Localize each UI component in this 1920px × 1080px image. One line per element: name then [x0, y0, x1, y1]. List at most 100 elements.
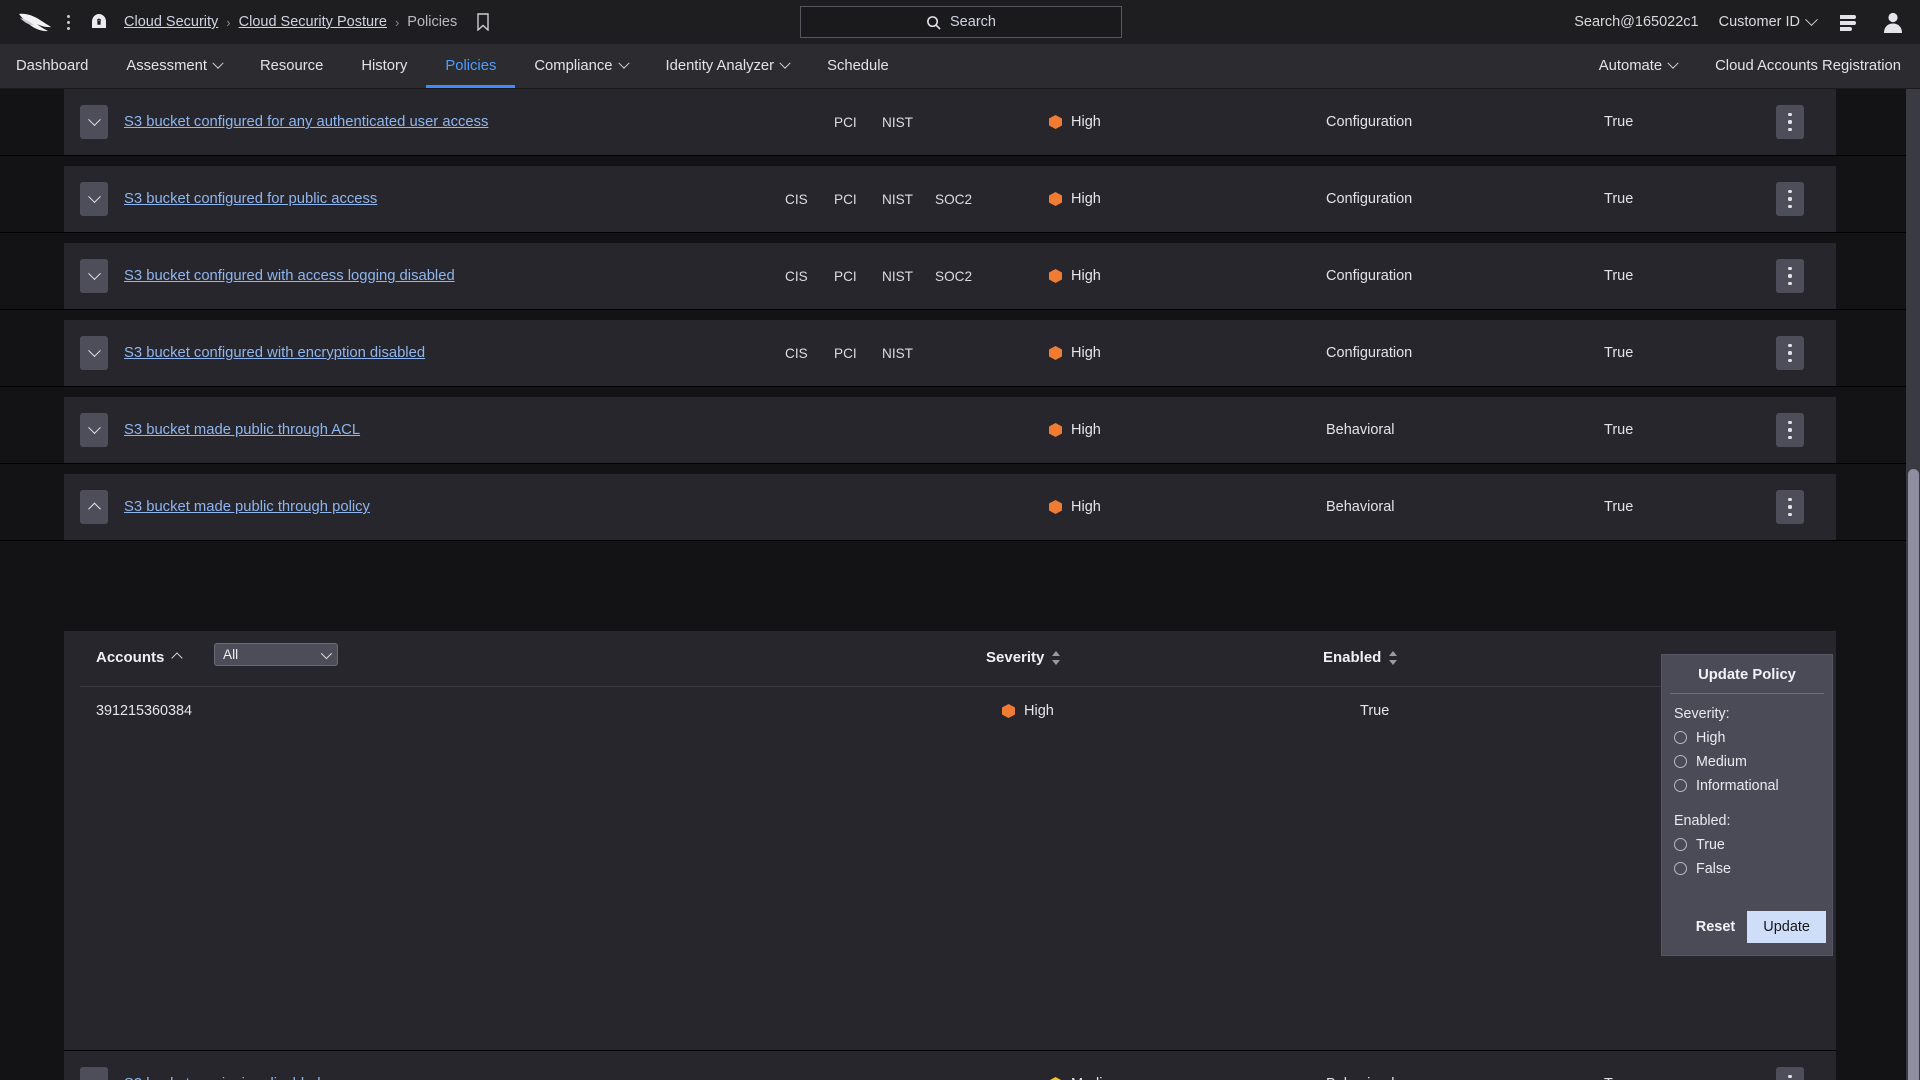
- radio-icon: [1674, 838, 1687, 851]
- radio-severity-high[interactable]: High: [1674, 727, 1832, 748]
- row-expand-toggle[interactable]: [80, 182, 108, 216]
- policy-name-link[interactable]: S3 bucket versioning disabled: [124, 1076, 321, 1080]
- breadcrumb-item-policies: Policies: [407, 14, 458, 30]
- column-header-severity[interactable]: Severity: [986, 649, 1061, 666]
- severity-badge: High: [1049, 499, 1101, 515]
- nav-item-identity-analyzer[interactable]: Identity Analyzer: [647, 44, 809, 88]
- severity-label: High: [1071, 268, 1101, 284]
- nav-label: Assessment: [126, 58, 207, 74]
- account-id: 391215360384: [96, 703, 193, 719]
- row-expand-toggle[interactable]: [80, 105, 108, 139]
- policy-name-link[interactable]: S3 bucket made public through ACL: [124, 422, 360, 438]
- cloud-icon[interactable]: [86, 9, 112, 35]
- row-expand-toggle[interactable]: [80, 490, 108, 524]
- nav-label: Cloud Accounts Registration: [1715, 58, 1901, 74]
- accounts-header-toggle[interactable]: Accounts: [96, 649, 184, 666]
- reset-button[interactable]: Reset: [1684, 913, 1748, 941]
- row-expand-toggle[interactable]: [80, 259, 108, 293]
- tag-nist: NIST: [882, 191, 913, 207]
- nav-item-cloud-accounts-registration[interactable]: Cloud Accounts Registration: [1696, 44, 1920, 88]
- update-policy-title: Update Policy: [1698, 667, 1796, 683]
- table-row[interactable]: S3 bucket made public through ACL High B…: [64, 397, 1836, 463]
- account-label[interactable]: Search@165022c1: [1574, 14, 1698, 30]
- vertical-scrollbar-thumb[interactable]: [1908, 469, 1919, 1080]
- search-icon: [927, 15, 941, 30]
- radio-icon: [1674, 755, 1687, 768]
- radio-severity-informational[interactable]: Informational: [1674, 775, 1832, 796]
- radio-label: High: [1696, 729, 1726, 746]
- radio-enabled-true[interactable]: True: [1674, 834, 1832, 855]
- user-avatar-icon[interactable]: [1880, 9, 1906, 35]
- row-divider: [0, 232, 1920, 233]
- policy-name-link[interactable]: S3 bucket made public through policy: [124, 499, 370, 515]
- nav-item-compliance[interactable]: Compliance: [515, 44, 646, 88]
- app-menu-kebab-icon[interactable]: [58, 11, 78, 33]
- severity-hex-icon: [1049, 192, 1062, 206]
- breadcrumb-item-cloud-security[interactable]: Cloud Security: [124, 14, 218, 30]
- bookmark-icon[interactable]: [475, 13, 491, 31]
- policies-list: S3 bucket configured for any authenticat…: [0, 89, 1920, 1080]
- update-button[interactable]: Update: [1747, 911, 1826, 943]
- row-actions-kebab-icon[interactable]: [1776, 413, 1804, 447]
- row-actions-kebab-icon[interactable]: [1776, 182, 1804, 216]
- policy-name-link[interactable]: S3 bucket configured with encryption dis…: [124, 345, 425, 361]
- row-actions-kebab-icon[interactable]: [1776, 105, 1804, 139]
- chevron-down-icon: [617, 57, 630, 69]
- row-actions-kebab-icon[interactable]: [1776, 259, 1804, 293]
- policy-name-link[interactable]: S3 bucket configured with access logging…: [124, 268, 455, 284]
- radio-enabled-false[interactable]: False: [1674, 858, 1832, 879]
- sort-icon: [1052, 650, 1061, 665]
- severity-label: Medium: [1071, 1076, 1123, 1080]
- list-icon[interactable]: [1836, 11, 1860, 33]
- table-row[interactable]: S3 bucket made public through policy Hig…: [64, 474, 1836, 540]
- table-row[interactable]: S3 bucket configured with encryption dis…: [64, 320, 1836, 386]
- severity-hex-icon: [1049, 346, 1062, 360]
- nav-item-assessment[interactable]: Assessment: [107, 44, 241, 88]
- chevron-down-icon: [1805, 12, 1818, 26]
- row-expand-toggle[interactable]: [80, 413, 108, 447]
- table-row[interactable]: S3 bucket configured with access logging…: [64, 243, 1836, 309]
- nav-label: Compliance: [534, 58, 613, 74]
- row-expand-toggle[interactable]: [80, 336, 108, 370]
- accounts-table-header: Accounts All Severity Enabled: [80, 631, 1820, 687]
- radio-severity-medium[interactable]: Medium: [1674, 751, 1832, 772]
- severity-badge: High: [1049, 422, 1101, 438]
- breadcrumb-item-cloud-security-posture[interactable]: Cloud Security Posture: [239, 14, 387, 30]
- row-expand-toggle[interactable]: [80, 1067, 108, 1080]
- nav-item-schedule[interactable]: Schedule: [808, 44, 908, 88]
- table-row[interactable]: S3 bucket configured for public access C…: [64, 166, 1836, 232]
- vertical-scrollbar-track[interactable]: [1906, 89, 1920, 1080]
- severity-badge: High: [1049, 268, 1101, 284]
- account-row[interactable]: 391215360384 High True: [80, 687, 1820, 735]
- column-header-enabled[interactable]: Enabled: [1323, 649, 1398, 666]
- radio-icon: [1674, 779, 1687, 792]
- global-search-input[interactable]: Search: [800, 6, 1122, 38]
- policy-name-link[interactable]: S3 bucket configured for public access: [124, 191, 377, 207]
- policy-enabled: True: [1604, 499, 1634, 515]
- account-filter-select[interactable]: All: [214, 643, 338, 666]
- severity-badge: High: [1002, 703, 1054, 719]
- tag-cis: CIS: [785, 345, 808, 361]
- nav-item-dashboard[interactable]: Dashboard: [0, 44, 107, 88]
- tag-soc2: SOC2: [935, 191, 973, 207]
- table-row[interactable]: S3 bucket versioning disabled Medium Beh…: [64, 1051, 1836, 1080]
- row-actions-kebab-icon[interactable]: [1776, 490, 1804, 524]
- policy-type: Behavioral: [1326, 422, 1395, 438]
- search-placeholder: Search: [950, 14, 996, 30]
- chevron-down-icon: [212, 57, 224, 69]
- nav-item-resource[interactable]: Resource: [241, 44, 342, 88]
- policy-enabled: True: [1604, 114, 1634, 130]
- nav-item-automate[interactable]: Automate: [1583, 44, 1696, 88]
- nav-item-policies[interactable]: Policies: [426, 44, 515, 88]
- nav-item-history[interactable]: History: [342, 44, 426, 88]
- customer-id-dropdown[interactable]: Customer ID: [1719, 12, 1818, 30]
- policy-name-link[interactable]: S3 bucket configured for any authenticat…: [124, 114, 488, 130]
- severity-badge: High: [1049, 114, 1101, 130]
- row-actions-kebab-icon[interactable]: [1776, 336, 1804, 370]
- table-row[interactable]: S3 bucket configured for any authenticat…: [64, 89, 1836, 155]
- radio-icon: [1674, 731, 1687, 744]
- falcon-logo[interactable]: [18, 11, 52, 33]
- nav-label: Policies: [445, 58, 497, 74]
- policy-type: Behavioral: [1326, 1076, 1395, 1080]
- row-actions-kebab-icon[interactable]: [1776, 1067, 1804, 1080]
